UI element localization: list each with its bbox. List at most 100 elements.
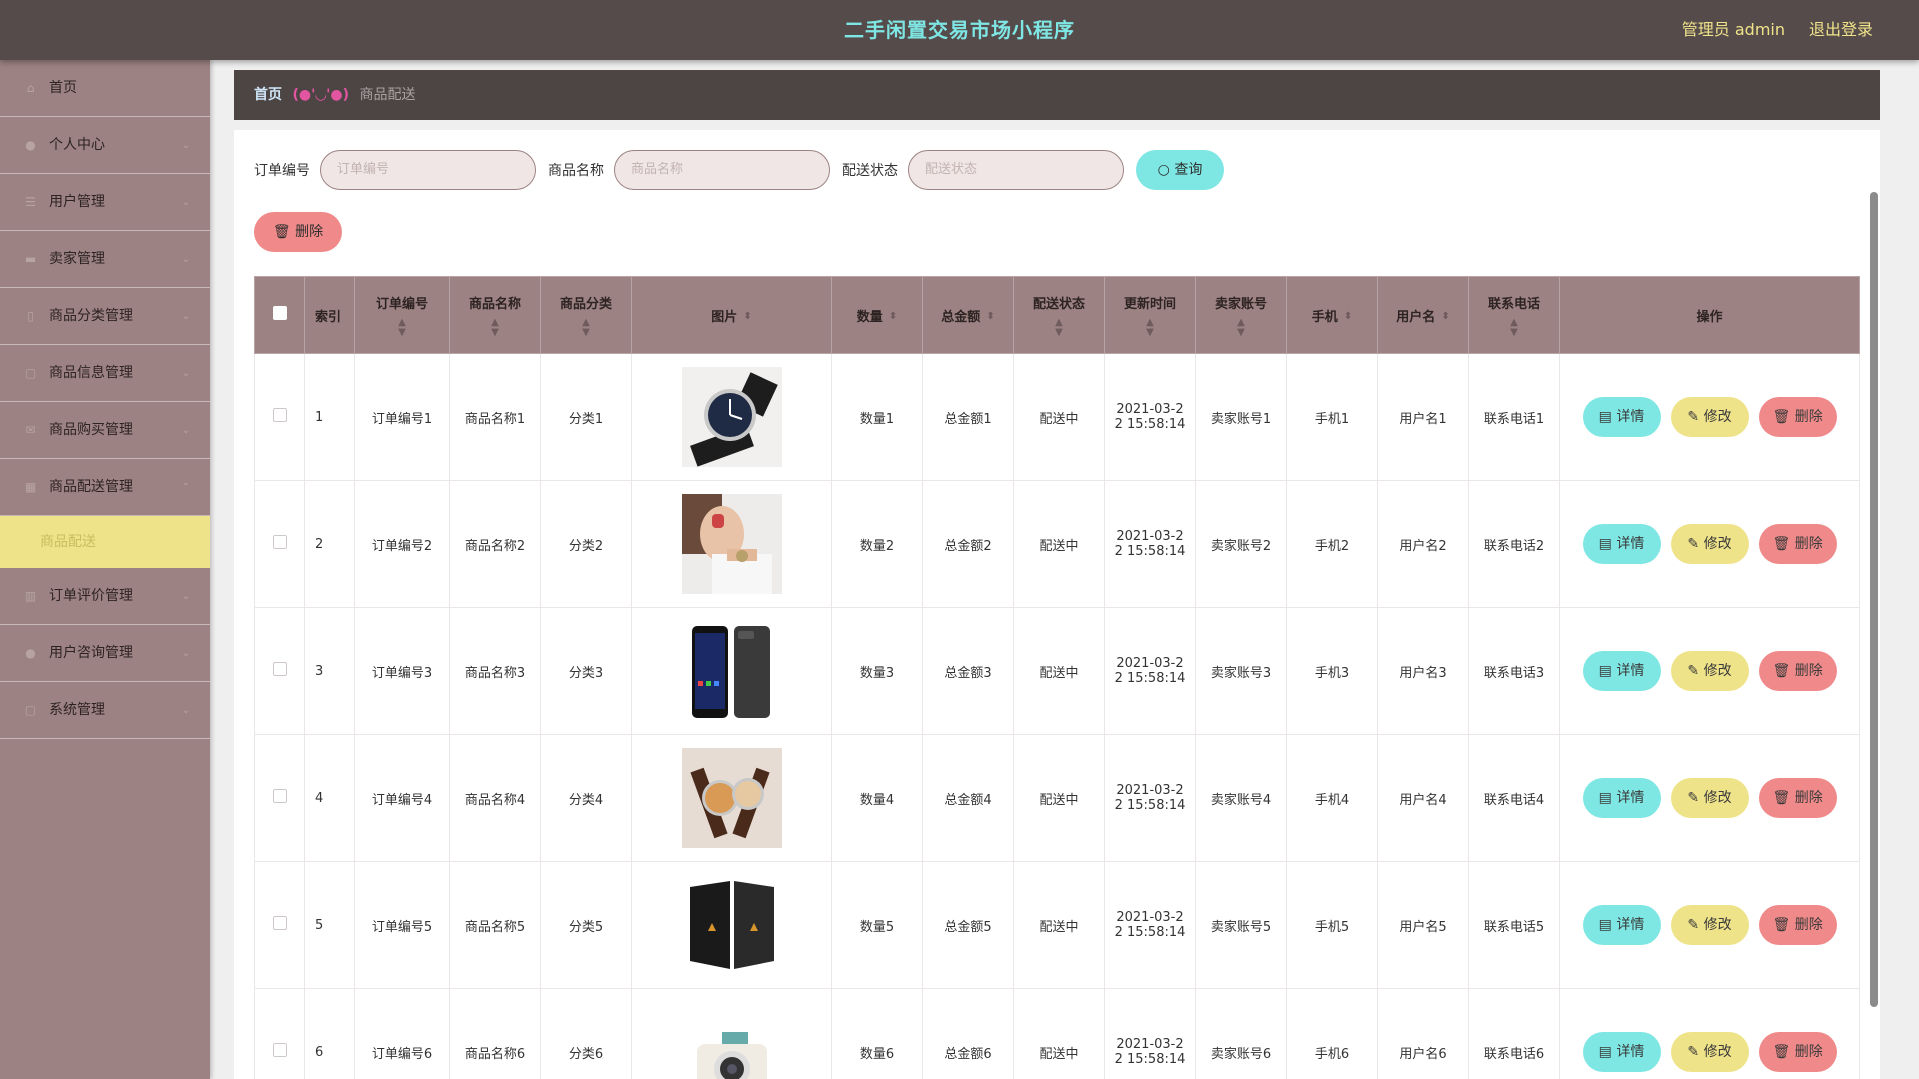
- sort-icon[interactable]: ▲ ▼: [1109, 317, 1191, 338]
- cell-seller-account: 卖家账号3: [1195, 607, 1287, 735]
- product-image[interactable]: [681, 621, 782, 721]
- delete-button[interactable]: 🗑 删除: [1758, 778, 1837, 818]
- batch-delete-button[interactable]: 🗑 删除: [254, 212, 342, 252]
- delivery-table: 索引 订单编号 ▲ ▼ 商品名称 ▲ ▼ 商品分类 ▲ ▼ 图片 ⬍ 数量 ⬍ 总金额 ⬍ 配送状…: [254, 276, 1860, 1079]
- cell-category: 分类5: [540, 861, 632, 989]
- edit-button[interactable]: ✎ 修改: [1670, 651, 1749, 691]
- cell-total: 总金额6: [922, 988, 1014, 1079]
- edit-button[interactable]: ✎ 修改: [1670, 524, 1749, 564]
- detail-button[interactable]: ▤ 详情: [1582, 397, 1661, 437]
- header-status[interactable]: 配送状态 ▲ ▼: [1013, 276, 1105, 354]
- query-button-label: 查询: [1174, 162, 1203, 178]
- row-checkbox[interactable]: [272, 1043, 287, 1057]
- product-image[interactable]: [681, 1002, 782, 1079]
- sort-icon[interactable]: ▲ ▼: [1018, 317, 1100, 338]
- sidebar-item-delivery-management[interactable]: ▦ 商品配送管理 ⌃: [0, 459, 210, 516]
- delete-button[interactable]: 🗑 删除: [1758, 1032, 1837, 1072]
- sort-icon[interactable]: ▲ ▼: [454, 317, 536, 338]
- sidebar-item-category-management[interactable]: ▯ 商品分类管理 ⌄: [0, 288, 210, 345]
- product-image[interactable]: [681, 494, 782, 594]
- header-quantity[interactable]: 数量 ⬍: [831, 276, 923, 354]
- vertical-scrollbar[interactable]: [1870, 192, 1878, 1007]
- edit-button[interactable]: ✎ 修改: [1670, 905, 1749, 945]
- row-checkbox[interactable]: [272, 789, 287, 803]
- cell-username: 用户名2: [1377, 480, 1469, 608]
- product-image[interactable]: [681, 875, 782, 975]
- sidebar-item-product-purchase[interactable]: ✉ 商品购买管理 ⌄: [0, 402, 210, 459]
- delete-button[interactable]: 🗑 删除: [1758, 397, 1837, 437]
- sort-icon[interactable]: ▲ ▼: [1473, 317, 1555, 338]
- logout-link[interactable]: 退出登录: [1809, 0, 1873, 60]
- header-username[interactable]: 用户名 ⬍: [1377, 276, 1469, 354]
- chevron-down-icon: ⌄: [181, 368, 190, 379]
- detail-button[interactable]: ▤ 详情: [1582, 524, 1661, 564]
- breadcrumb-home-link[interactable]: 首页: [254, 87, 282, 103]
- sort-icon[interactable]: ⬍: [889, 312, 897, 322]
- detail-button[interactable]: ▤ 详情: [1582, 905, 1661, 945]
- header-phone[interactable]: 手机 ⬍: [1286, 276, 1378, 354]
- sidebar-subitem-delivery[interactable]: 商品配送: [0, 516, 210, 568]
- chevron-down-icon: ⌄: [181, 311, 190, 322]
- delete-button[interactable]: 🗑 删除: [1758, 905, 1837, 945]
- row-checkbox[interactable]: [272, 408, 287, 422]
- row-checkbox[interactable]: [272, 535, 287, 549]
- sidebar-item-user-management[interactable]: ☰ 用户管理 ⌄: [0, 174, 210, 231]
- sidebar-item-order-review[interactable]: ▥ 订单评价管理 ⌄: [0, 568, 210, 625]
- cell-contact-phone: 联系电话1: [1468, 353, 1560, 481]
- update-time: 2 15:58:14: [1114, 925, 1186, 940]
- header-category[interactable]: 商品分类 ▲ ▼: [540, 276, 632, 354]
- delete-button[interactable]: 🗑 删除: [1758, 651, 1837, 691]
- cell-status: 配送中: [1013, 861, 1105, 989]
- header-seller-account[interactable]: 卖家账号 ▲ ▼: [1195, 276, 1287, 354]
- detail-button[interactable]: ▤ 详情: [1582, 651, 1661, 691]
- sort-icon[interactable]: ▲ ▼: [1200, 317, 1282, 338]
- trash-icon: 🗑: [1772, 917, 1791, 933]
- edit-button[interactable]: ✎ 修改: [1670, 1032, 1749, 1072]
- top-header: 二手闲置交易市场小程序 管理员 admin 退出登录: [0, 0, 1919, 60]
- detail-label: 详情: [1616, 1044, 1645, 1060]
- order-number-label: 订单编号: [254, 163, 310, 179]
- sidebar-item-home[interactable]: ⌂ 首页: [0, 60, 210, 117]
- order-number-input[interactable]: 订单编号: [320, 150, 536, 190]
- header-label: 总金额: [941, 309, 981, 325]
- cell-product-name: 商品名称5: [449, 861, 541, 989]
- sort-icon[interactable]: ⬍: [1344, 312, 1352, 322]
- select-all-checkbox[interactable]: [272, 306, 287, 320]
- search-icon: ○: [1157, 162, 1170, 178]
- header-order-number[interactable]: 订单编号 ▲ ▼: [354, 276, 450, 354]
- product-image[interactable]: [681, 748, 782, 848]
- query-button[interactable]: ○ 查询: [1136, 150, 1224, 190]
- sort-icon[interactable]: ⬍: [986, 312, 994, 322]
- row-checkbox[interactable]: [272, 662, 287, 676]
- edit-button[interactable]: ✎ 修改: [1670, 778, 1749, 818]
- header-update-time[interactable]: 更新时间 ▲ ▼: [1104, 276, 1196, 354]
- sidebar-item-user-consult[interactable]: ● 用户咨询管理 ⌄: [0, 625, 210, 682]
- sidebar-item-personal-center[interactable]: ● 个人中心 ⌄: [0, 117, 210, 174]
- sort-icon[interactable]: ⬍: [743, 312, 751, 322]
- cell-seller-account: 卖家账号4: [1195, 734, 1287, 862]
- header-total[interactable]: 总金额 ⬍: [922, 276, 1014, 354]
- cell-category: 分类2: [540, 480, 632, 608]
- product-name-input[interactable]: 商品名称: [614, 150, 830, 190]
- header-contact-phone[interactable]: 联系电话 ▲ ▼: [1468, 276, 1560, 354]
- sort-icon[interactable]: ▲ ▼: [359, 317, 445, 338]
- sort-icon[interactable]: ⬍: [1441, 312, 1449, 322]
- row-checkbox[interactable]: [272, 916, 287, 930]
- delete-label: 删除: [1794, 663, 1823, 679]
- header-label: 联系电话: [1487, 296, 1540, 312]
- sidebar-item-seller-management[interactable]: ▬ 卖家管理 ⌄: [0, 231, 210, 288]
- detail-button[interactable]: ▤ 详情: [1582, 778, 1661, 818]
- sort-icon[interactable]: ▲ ▼: [545, 317, 627, 338]
- breadcrumb: 首页 (●'◡'●) 商品配送: [234, 70, 1880, 120]
- delete-button[interactable]: 🗑 删除: [1758, 524, 1837, 564]
- edit-button[interactable]: ✎ 修改: [1670, 397, 1749, 437]
- delete-label: 删除: [1794, 536, 1823, 552]
- detail-button[interactable]: ▤ 详情: [1582, 1032, 1661, 1072]
- sidebar-item-system[interactable]: ▢ 系统管理 ⌄: [0, 682, 210, 739]
- header-product-name[interactable]: 商品名称 ▲ ▼: [449, 276, 541, 354]
- cell-phone: 手机5: [1286, 861, 1378, 989]
- product-image[interactable]: [681, 367, 782, 467]
- delivery-status-input[interactable]: 配送状态: [908, 150, 1124, 190]
- header-image[interactable]: 图片 ⬍: [631, 276, 832, 354]
- sidebar-item-product-info[interactable]: ▢ 商品信息管理 ⌄: [0, 345, 210, 402]
